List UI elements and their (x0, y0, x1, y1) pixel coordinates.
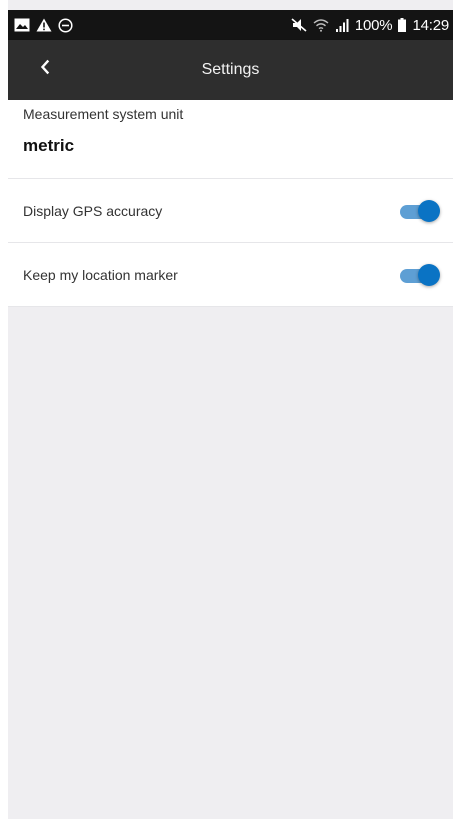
back-button[interactable] (30, 54, 60, 84)
status-left-icons (14, 17, 73, 33)
measurement-unit-value: metric (23, 136, 75, 155)
warning-icon (36, 18, 52, 32)
status-right-icons: 100% 14:29 (291, 17, 449, 34)
toggle-thumb (418, 199, 440, 222)
measurement-unit-label: Measurement system unit (23, 106, 184, 122)
status-bar: 100% 14:29 (8, 10, 453, 40)
keep-location-marker-setting: Keep my location marker (8, 243, 453, 307)
chevron-left-icon (39, 59, 51, 80)
gps-accuracy-label: Display GPS accuracy (23, 202, 163, 219)
signal-icon (335, 18, 349, 32)
wifi-icon (313, 18, 329, 32)
gps-accuracy-setting: Display GPS accuracy (8, 179, 453, 243)
battery-icon (398, 18, 407, 32)
gps-accuracy-toggle[interactable] (400, 196, 440, 226)
battery-percentage: 100% (354, 16, 393, 34)
toggle-thumb (418, 263, 440, 286)
keep-location-marker-label: Keep my location marker (23, 266, 178, 283)
status-clock: 14:29 (412, 16, 449, 34)
do-not-disturb-icon (58, 17, 73, 33)
settings-list: Measurement system unit metric Display G… (8, 100, 453, 307)
measurement-unit-setting[interactable]: Measurement system unit metric (8, 100, 453, 179)
keep-location-marker-toggle[interactable] (400, 260, 440, 290)
app-bar: Settings (8, 40, 453, 100)
mute-icon (291, 18, 307, 32)
gallery-icon (14, 18, 30, 32)
page-title: Settings (201, 61, 260, 78)
phone-screen: 100% 14:29 Settings Measurement system u… (8, 0, 453, 819)
